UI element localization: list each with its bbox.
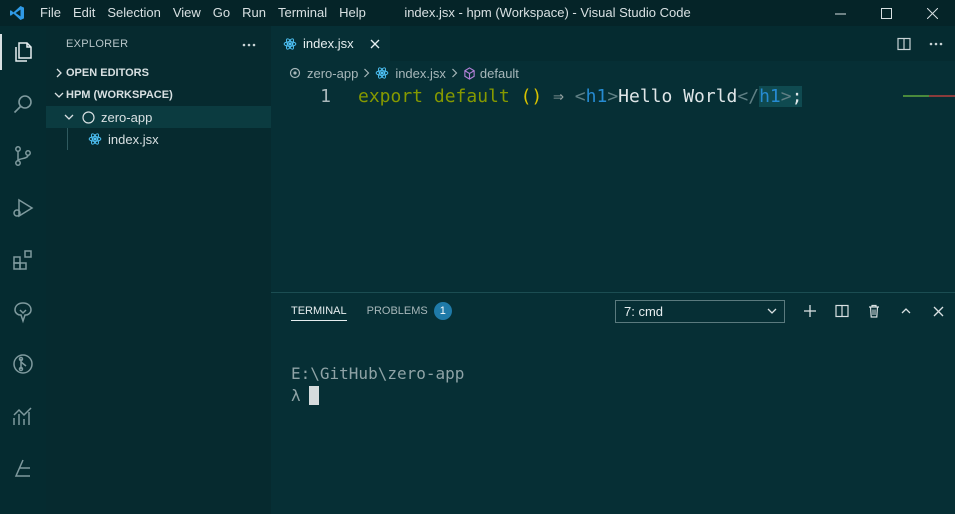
- git-graph-icon[interactable]: [0, 338, 46, 390]
- tag-bracket: >: [780, 85, 792, 107]
- terminal-output[interactable]: E:\GitHub\zero-app λ: [291, 363, 464, 407]
- source-control-icon[interactable]: [0, 130, 46, 182]
- tag-name-open: h1: [585, 85, 608, 107]
- keyword-default: default: [433, 85, 510, 107]
- prompt-symbol: λ: [291, 386, 301, 405]
- search-icon[interactable]: [0, 78, 46, 130]
- explorer-sidebar: EXPLORER OPEN EDITORS HPM (WORKSPACE) ze…: [46, 26, 271, 514]
- close-window-button[interactable]: [909, 0, 955, 26]
- menu-terminal[interactable]: Terminal: [272, 0, 333, 26]
- new-terminal-icon[interactable]: [799, 300, 821, 322]
- problems-tab-label: PROBLEMS: [366, 305, 428, 317]
- menu-edit[interactable]: Edit: [67, 0, 101, 26]
- breadcrumb-file-label: index.jsx: [395, 65, 446, 81]
- split-terminal-icon[interactable]: [831, 300, 853, 322]
- terminal-select[interactable]: 7: cmd: [615, 300, 785, 323]
- timeline-icon[interactable]: [0, 442, 46, 494]
- maximize-panel-icon[interactable]: [895, 300, 917, 322]
- breadcrumb-folder-label: zero-app: [307, 65, 359, 81]
- activity-bar: [0, 26, 46, 514]
- cube-symbol-icon: [463, 66, 476, 80]
- breadcrumb: zero-app index.jsx default: [271, 61, 955, 85]
- open-editors-section[interactable]: OPEN EDITORS: [46, 62, 271, 84]
- menu-selection[interactable]: Selection: [101, 0, 166, 26]
- breadcrumb-folder[interactable]: zero-app: [289, 66, 358, 81]
- chevron-right-icon: [363, 66, 370, 81]
- parens: (): [520, 85, 543, 107]
- breadcrumb-symbol-label: default: [479, 65, 519, 81]
- menu-go[interactable]: Go: [207, 0, 236, 26]
- jsx-text: Hello World: [618, 85, 738, 107]
- indent-guide: [67, 128, 68, 150]
- arrow-operator: ⇒: [553, 85, 564, 107]
- analytics-icon[interactable]: [0, 390, 46, 442]
- folder-circle-icon: [82, 110, 95, 124]
- chevron-down-icon: [52, 91, 66, 99]
- line-number: 1: [320, 85, 331, 107]
- semicolon: ;: [791, 85, 803, 107]
- problems-count-badge: 1: [433, 302, 452, 320]
- folder-row-zero-app[interactable]: zero-app: [46, 106, 271, 128]
- file-label: index.jsx: [108, 131, 159, 147]
- folder-circle-icon: [289, 67, 301, 79]
- vscode-logo-icon: [0, 0, 34, 26]
- tab-index-jsx[interactable]: index.jsx: [271, 26, 390, 61]
- menu-view[interactable]: View: [167, 0, 207, 26]
- folder-label: zero-app: [101, 109, 153, 125]
- breadcrumb-symbol[interactable]: default: [463, 66, 519, 81]
- tab-problems[interactable]: PROBLEMS 1: [367, 293, 452, 329]
- react-file-icon: [375, 66, 389, 80]
- explorer-icon[interactable]: [0, 26, 46, 78]
- menu-help[interactable]: Help: [333, 0, 372, 26]
- code-text: export default () ⇒ <h1>Hello World</h1>…: [358, 85, 803, 107]
- chevron-down-icon: [766, 305, 778, 320]
- keyword-export: export: [358, 85, 424, 107]
- chevron-right-icon: [52, 68, 66, 78]
- file-row-index-jsx[interactable]: index.jsx: [46, 128, 271, 150]
- chevron-down-icon: [64, 113, 78, 121]
- menu-file[interactable]: File: [34, 0, 67, 26]
- remote-explorer-icon[interactable]: [0, 286, 46, 338]
- more-actions-icon[interactable]: [925, 33, 947, 55]
- terminal-prompt-line: λ: [291, 385, 464, 407]
- react-file-icon: [88, 132, 102, 146]
- close-tab-icon[interactable]: [370, 39, 380, 49]
- trash-icon[interactable]: [863, 300, 885, 322]
- title-bar: File Edit Selection View Go Run Terminal…: [0, 0, 955, 26]
- editor-tabs: index.jsx: [271, 26, 955, 61]
- sidebar-title: EXPLORER: [66, 38, 129, 50]
- terminal-tab-label: TERMINAL: [291, 305, 347, 317]
- tab-label: index.jsx: [303, 36, 354, 51]
- overview-ruler: [903, 84, 955, 97]
- workspace-label: HPM (WORKSPACE): [66, 89, 173, 101]
- terminal-path-line: E:\GitHub\zero-app: [291, 364, 465, 383]
- chevron-right-icon: [451, 66, 458, 81]
- menu-run[interactable]: Run: [236, 0, 272, 26]
- code-line[interactable]: 1 export default () ⇒ <h1>Hello World</h…: [271, 85, 955, 107]
- react-file-icon: [283, 37, 297, 51]
- extensions-icon[interactable]: [0, 234, 46, 286]
- run-debug-icon[interactable]: [0, 182, 46, 234]
- minimize-button[interactable]: [817, 0, 863, 26]
- maximize-button[interactable]: [863, 0, 909, 26]
- workspace-section[interactable]: HPM (WORKSPACE): [46, 84, 271, 106]
- close-panel-icon[interactable]: [927, 300, 949, 322]
- tag-name-close: h1: [759, 85, 781, 107]
- split-editor-icon[interactable]: [893, 33, 915, 55]
- tag-bracket-close: </: [737, 85, 760, 107]
- tag-bracket: >: [607, 85, 619, 107]
- menu-bar: File Edit Selection View Go Run Terminal…: [34, 0, 372, 26]
- tag-bracket-open: <: [574, 85, 586, 107]
- terminal-cursor: [308, 386, 319, 405]
- breadcrumb-file[interactable]: index.jsx: [375, 66, 446, 81]
- terminal-select-value: 7: cmd: [624, 304, 664, 319]
- terminal-panel: TERMINAL PROBLEMS 1 7: cmd E:\GitHub\zero…: [271, 292, 955, 514]
- open-editors-label: OPEN EDITORS: [66, 67, 149, 79]
- more-actions-icon[interactable]: [241, 35, 257, 53]
- tab-terminal[interactable]: TERMINAL: [291, 293, 347, 329]
